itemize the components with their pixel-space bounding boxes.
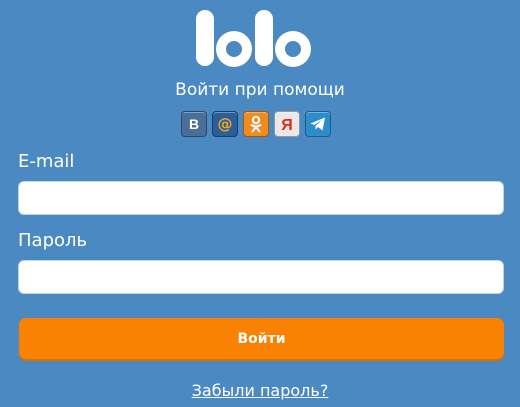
vk-login-button[interactable]: B [181,111,207,137]
telegram-icon [309,116,327,132]
forgot-password-link[interactable]: Забыли пароль? [192,381,329,400]
password-label: Пароль [18,230,88,251]
odnoklassniki-icon [248,115,264,133]
mailru-icon: @ [216,115,234,133]
password-field[interactable] [18,260,504,294]
email-field[interactable] [18,181,504,215]
social-login-buttons: B @ Я [181,111,331,137]
svg-text:@: @ [218,115,233,133]
svg-text:B: B [189,116,199,132]
email-label: E-mail [18,151,75,172]
mailru-login-button[interactable]: @ [212,111,238,137]
svg-text:Я: Я [281,117,293,133]
forgot-password-container: Забыли пароль? [0,380,520,402]
odnoklassniki-login-button[interactable] [243,111,269,137]
telegram-login-button[interactable] [305,111,331,137]
login-button[interactable]: Войти [19,318,504,359]
yandex-icon: Я [279,115,295,133]
vk-icon: B [186,116,202,132]
loloo-logo [196,10,311,67]
yandex-login-button[interactable]: Я [274,111,300,137]
login-with-label: Войти при помощи [175,80,345,100]
logo [0,2,520,74]
